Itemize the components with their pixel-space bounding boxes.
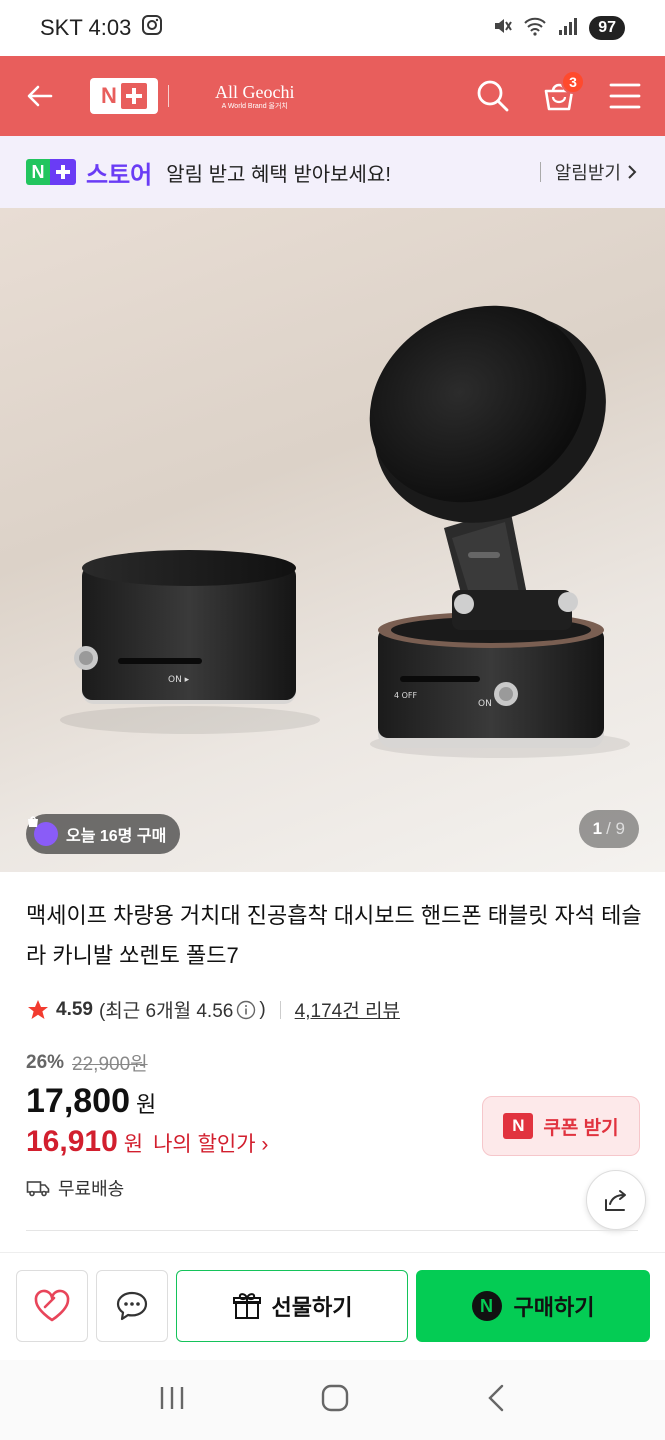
info-icon[interactable]	[236, 1000, 256, 1020]
search-button[interactable]	[473, 76, 513, 116]
chat-bubble-icon	[116, 1291, 148, 1321]
recent-apps-button[interactable]	[157, 1384, 187, 1417]
heart-icon	[34, 1289, 70, 1322]
section-divider	[26, 1230, 638, 1231]
truck-icon	[26, 1181, 50, 1197]
hamburger-menu-icon	[609, 83, 641, 109]
naver-plus-logo[interactable]: N	[90, 78, 158, 114]
gift-icon	[232, 1293, 261, 1319]
product-title: 맥세이프 차량용 거치대 진공흡착 대시보드 핸드폰 태블릿 자석 테슬라 카니…	[26, 903, 642, 968]
shipping-info: 무료배송	[26, 1175, 646, 1201]
talk-talk-button[interactable]	[96, 1270, 168, 1342]
review-count-link[interactable]: 4,174건 리뷰	[295, 996, 400, 1023]
store-notice-bar: N 스토어 알림 받고 혜택 받아보세요! 알림받기	[0, 136, 665, 208]
recent-apps-icon	[160, 1386, 184, 1409]
naver-pay-icon: N	[471, 1291, 502, 1321]
menu-button[interactable]	[605, 76, 645, 116]
mute-icon	[491, 15, 513, 42]
product-image-gallery[interactable]: ON ▸ 4 OFF ON 오늘 16명 구매 1 / 9	[0, 208, 665, 872]
discount-row: 26% 22,900원	[26, 1049, 646, 1076]
signal-icon	[557, 15, 579, 42]
home-button[interactable]	[320, 1383, 350, 1418]
get-coupon-button[interactable]: N 쿠폰 받기	[482, 1096, 640, 1156]
gift-button[interactable]: 선물하기	[176, 1270, 408, 1342]
brand-logo[interactable]: All Geochi A World Brand 올거치	[215, 83, 294, 110]
my-discount-link: 나의 할인가 ›	[153, 1133, 269, 1156]
header-divider	[168, 85, 169, 107]
rating-score: 4.59	[56, 998, 93, 1020]
instagram-icon	[141, 14, 163, 42]
star-icon	[28, 999, 48, 1019]
svg-text:4 OFF: 4 OFF	[394, 691, 418, 700]
plus-icon	[50, 159, 76, 185]
back-nav-button[interactable]	[484, 1383, 508, 1418]
system-navigation-bar	[0, 1360, 665, 1440]
carrier-time: SKT 4:03	[40, 15, 132, 40]
back-chevron-icon	[488, 1384, 504, 1411]
recent-rating: (최근 6개월 4.56	[98, 1001, 234, 1022]
arrow-left-icon	[27, 85, 53, 107]
back-button[interactable]	[20, 76, 60, 116]
naver-n-icon: N	[503, 1113, 534, 1139]
original-price: 22,900원	[72, 1054, 148, 1075]
shopping-bag-icon	[28, 816, 58, 846]
wifi-icon	[523, 15, 547, 42]
home-icon	[322, 1384, 349, 1411]
plus-icon	[120, 83, 147, 109]
share-button[interactable]	[586, 1170, 646, 1230]
naver-plus-store-logo: N 스토어	[26, 155, 152, 190]
subscribe-alerts-button[interactable]: 알림받기	[539, 159, 639, 185]
svg-text:ON ▸: ON ▸	[168, 675, 190, 685]
share-icon	[605, 1190, 626, 1211]
product-photo: ON ▸ 4 OFF ON	[60, 305, 630, 758]
rating-row: 4.59 (최근 6개월 4.56 ) 4,174건 리뷰	[26, 996, 646, 1023]
buyers-today-badge: 오늘 16명 구매	[26, 814, 181, 854]
notice-message: 알림 받고 혜택 받아보세요!	[166, 163, 391, 186]
svg-text:ON: ON	[478, 699, 492, 709]
image-page-counter: 1 / 9	[578, 810, 639, 848]
wishlist-button[interactable]	[16, 1270, 88, 1342]
app-header: N All Geochi A World Brand 올거치 3	[0, 56, 665, 136]
battery-indicator: 97	[589, 16, 625, 40]
cart-button[interactable]: 3	[539, 70, 585, 116]
discount-percent: 26%	[26, 1051, 65, 1073]
buy-now-button[interactable]: N 구매하기	[416, 1270, 650, 1342]
purchase-action-bar: 선물하기 N 구매하기	[0, 1252, 665, 1356]
status-bar: SKT 4:03 97	[0, 0, 665, 56]
cart-count-badge: 3	[561, 70, 585, 94]
search-icon	[477, 80, 509, 112]
chevron-right-icon	[628, 165, 637, 179]
